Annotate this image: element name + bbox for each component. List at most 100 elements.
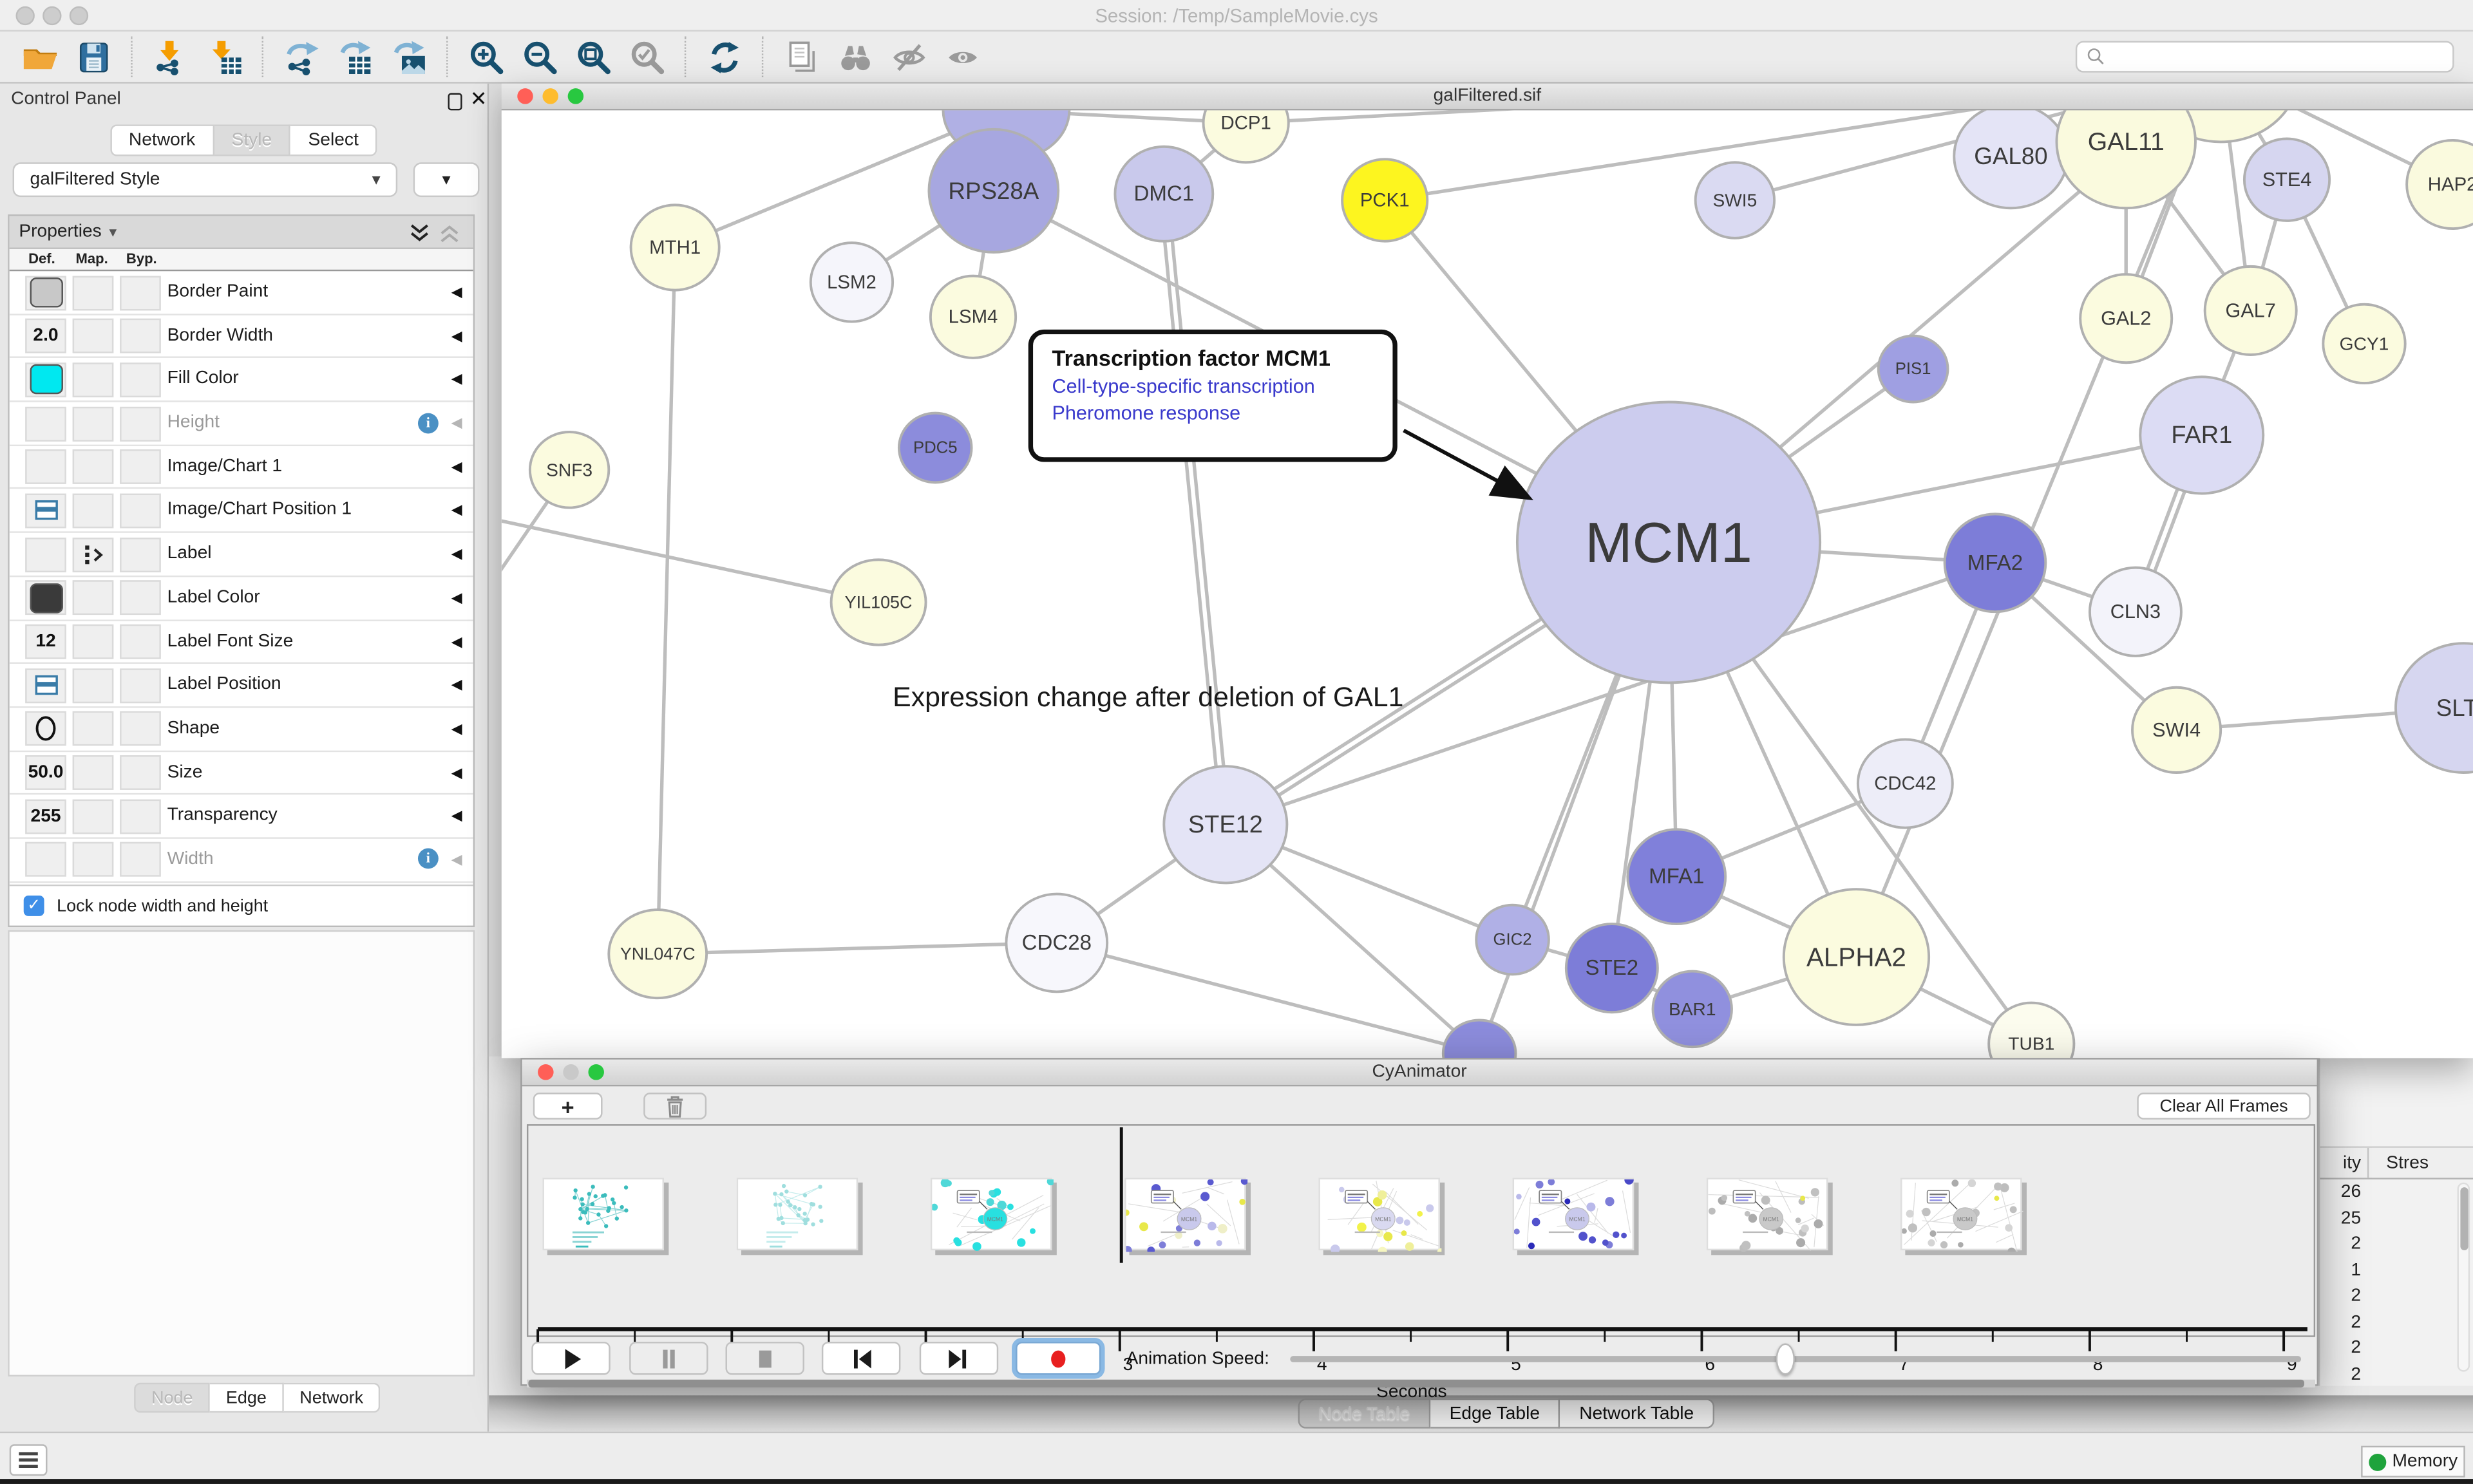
annotation-box[interactable]: Transcription factor MCM1 Cell-type-spec… <box>1028 330 1398 462</box>
property-cell[interactable] <box>25 711 66 746</box>
network-node-botp[interactable] <box>1443 1020 1516 1058</box>
property-cell[interactable] <box>120 319 161 353</box>
property-cell[interactable] <box>25 537 66 572</box>
export-network-button[interactable] <box>278 35 325 79</box>
animation-speed-slider[interactable] <box>1290 1356 2301 1362</box>
property-cell[interactable] <box>25 450 66 485</box>
property-row-transparency[interactable]: 255Transparency◀ <box>10 795 473 839</box>
expand-property-icon[interactable]: ◀ <box>451 851 462 869</box>
property-row-label-color[interactable]: Label Color◀ <box>10 577 473 621</box>
property-cell[interactable] <box>120 406 161 441</box>
record-button[interactable] <box>1016 1342 1101 1375</box>
expand-property-icon[interactable]: ◀ <box>451 415 462 432</box>
collapse-all-icon[interactable] <box>437 221 462 246</box>
property-cell[interactable] <box>25 493 66 528</box>
property-cell[interactable] <box>120 362 161 397</box>
style-select[interactable]: galFiltered Style ▼ <box>13 162 398 197</box>
property-cell[interactable] <box>25 362 66 397</box>
expand-property-icon[interactable]: ◀ <box>451 284 462 301</box>
style-tab-node[interactable]: Node <box>134 1383 210 1413</box>
close-panel-icon[interactable]: ✕ <box>470 87 488 112</box>
annotation-link[interactable]: Pheromone response <box>1052 402 1392 424</box>
expand-property-icon[interactable]: ◀ <box>451 328 462 345</box>
property-row-image-chart-1[interactable]: Image/Chart 1◀ <box>10 446 473 489</box>
property-cell[interactable] <box>73 493 114 528</box>
table-cell[interactable]: 1 <box>2320 1261 2361 1279</box>
property-cell[interactable] <box>73 406 114 441</box>
property-cell[interactable] <box>25 406 66 441</box>
property-cell[interactable] <box>120 668 161 703</box>
import-table-button[interactable] <box>200 35 247 79</box>
property-row-border-width[interactable]: 2.0Border Width◀ <box>10 315 473 359</box>
property-cell[interactable] <box>120 799 161 834</box>
table-column-header[interactable]: ity <box>2320 1154 2361 1173</box>
property-cell[interactable] <box>73 799 114 834</box>
tab-node-table[interactable]: Node Table <box>1298 1398 1431 1429</box>
property-cell[interactable]: 255 <box>25 799 66 834</box>
table-cell[interactable]: 2 <box>2320 1235 2361 1254</box>
zoom-out-button[interactable] <box>516 35 563 79</box>
tab-network[interactable]: Network <box>110 124 214 156</box>
table-column-header[interactable]: Stres <box>2386 1154 2429 1173</box>
property-row-image-chart-position-1[interactable]: Image/Chart Position 1◀ <box>10 489 473 533</box>
property-row-size[interactable]: 50.0Size◀ <box>10 751 473 795</box>
table-cell[interactable]: 2 <box>2320 1313 2361 1331</box>
property-cell[interactable] <box>120 711 161 746</box>
property-cell[interactable] <box>25 668 66 703</box>
export-table-button[interactable] <box>331 35 378 79</box>
clear-all-frames-button[interactable]: Clear All Frames <box>2137 1093 2310 1120</box>
table-vscrollbar[interactable] <box>2458 1183 2470 1372</box>
style-tab-edge[interactable]: Edge <box>210 1383 283 1413</box>
zoom-fit-button[interactable] <box>569 35 616 79</box>
expand-property-icon[interactable]: ◀ <box>451 589 462 606</box>
tab-select[interactable]: Select <box>291 124 378 156</box>
chevron-down-icon[interactable]: ▼ <box>107 225 119 240</box>
skip-to-end-button[interactable] <box>920 1342 998 1375</box>
property-cell[interactable] <box>73 362 114 397</box>
pause-button[interactable] <box>629 1342 708 1375</box>
property-cell[interactable] <box>73 537 114 572</box>
property-row-shape[interactable]: Shape◀ <box>10 708 473 751</box>
table-cell[interactable]: 25 <box>2320 1208 2361 1227</box>
annotation-caption[interactable]: Expression change after deletion of GAL1 <box>893 681 1403 714</box>
add-frame-button[interactable]: + <box>533 1093 603 1120</box>
property-cell[interactable] <box>73 450 114 485</box>
expand-property-icon[interactable]: ◀ <box>451 633 462 650</box>
cyanimator-hscrollbar[interactable] <box>527 1380 2315 1387</box>
panel-list-icon[interactable] <box>10 1444 48 1476</box>
expand-property-icon[interactable]: ◀ <box>451 677 462 694</box>
property-row-label[interactable]: Label◀ <box>10 533 473 577</box>
tab-edge-table[interactable]: Edge Table <box>1430 1398 1560 1429</box>
property-row-fill-color[interactable]: Fill Color◀ <box>10 359 473 402</box>
property-row-width[interactable]: Widthi◀ <box>10 839 473 883</box>
property-cell[interactable] <box>120 625 161 659</box>
property-cell[interactable] <box>25 581 66 615</box>
stop-button[interactable] <box>726 1342 804 1375</box>
expand-all-icon[interactable] <box>407 221 432 246</box>
table-cell[interactable]: 2 <box>2320 1286 2361 1305</box>
property-cell[interactable] <box>73 275 114 310</box>
float-panel-icon[interactable] <box>448 93 462 110</box>
expand-property-icon[interactable]: ◀ <box>451 546 462 563</box>
slider-thumb[interactable] <box>1776 1344 1795 1375</box>
save-session-button[interactable] <box>70 35 117 79</box>
table-cell[interactable]: 2 <box>2320 1365 2361 1384</box>
delete-frame-button[interactable] <box>643 1093 706 1120</box>
style-options-button[interactable]: ▼ <box>413 162 480 197</box>
style-tab-network[interactable]: Network <box>284 1383 381 1413</box>
property-cell[interactable]: 12 <box>25 625 66 659</box>
property-cell[interactable] <box>73 319 114 353</box>
property-cell[interactable] <box>120 275 161 310</box>
property-cell[interactable] <box>120 450 161 485</box>
expand-property-icon[interactable]: ◀ <box>451 807 462 825</box>
network-canvas[interactable]: DCP1RPS28ADMC1PCK1SWI5GAL80GAL11STE4HAP2… <box>502 110 2473 1058</box>
table-cell[interactable]: 26 <box>2320 1183 2361 1201</box>
property-row-label-position[interactable]: Label Position◀ <box>10 664 473 708</box>
search-input[interactable] <box>2076 41 2454 73</box>
property-cell[interactable] <box>73 755 114 790</box>
property-row-height[interactable]: Heighti◀ <box>10 402 473 446</box>
expand-property-icon[interactable]: ◀ <box>451 371 462 388</box>
property-cell[interactable] <box>25 275 66 310</box>
expand-property-icon[interactable]: ◀ <box>451 720 462 738</box>
property-cell[interactable] <box>25 843 66 878</box>
